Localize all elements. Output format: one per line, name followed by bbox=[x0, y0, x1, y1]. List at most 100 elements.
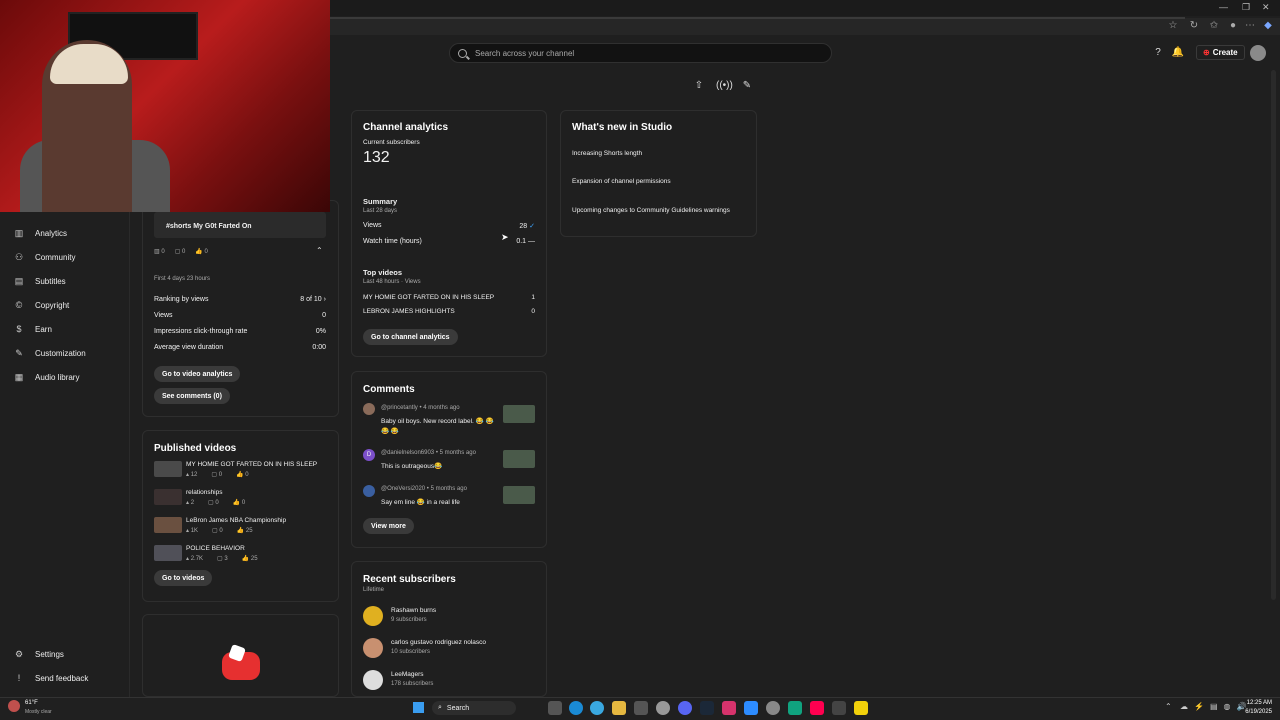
instagram-icon[interactable] bbox=[722, 701, 736, 715]
help-icon[interactable]: ? bbox=[1151, 46, 1165, 60]
sidebar-item-copyright[interactable]: © Copyright bbox=[14, 298, 70, 312]
messenger-icon[interactable] bbox=[744, 701, 758, 715]
chatgpt-icon[interactable] bbox=[788, 701, 802, 715]
notifications-bell-icon[interactable]: 🔔 bbox=[1171, 46, 1185, 60]
windows-start-icon[interactable] bbox=[413, 702, 424, 713]
whats-new-item[interactable]: Expansion of channel permissions bbox=[572, 178, 732, 185]
top-video-row[interactable]: LEBRON JAMES HIGHLIGHTS 0 bbox=[363, 308, 535, 315]
weather-icon[interactable] bbox=[8, 700, 20, 712]
browser-address-bar[interactable] bbox=[330, 18, 1280, 35]
bookmark-star-icon[interactable]: ☆ bbox=[1167, 20, 1179, 32]
sidebar-item-label: Subtitles bbox=[35, 276, 66, 286]
sidebar-item-feedback[interactable]: ! Send feedback bbox=[14, 671, 89, 685]
watch-time-row[interactable]: Watch time (hours) 0.1 — bbox=[363, 238, 535, 245]
settings-app-icon[interactable] bbox=[766, 701, 780, 715]
top-video-row[interactable]: MY HOMIE GOT FARTED ON IN HIS SLEEP 1 bbox=[363, 294, 535, 301]
video-thumbnail[interactable] bbox=[154, 461, 182, 477]
taskbar-search[interactable]: ⌕ Search bbox=[432, 701, 516, 715]
close-icon[interactable]: ✕ bbox=[1262, 2, 1270, 13]
create-post-icon[interactable]: ✎ bbox=[740, 79, 754, 93]
see-comments-button[interactable]: See comments (0) bbox=[154, 388, 230, 404]
video-title[interactable]: relationships bbox=[186, 489, 223, 496]
video-title[interactable]: LeBron James NBA Championship bbox=[186, 517, 286, 524]
upload-icon[interactable]: ⇧ bbox=[692, 79, 706, 93]
task-view-icon[interactable] bbox=[548, 701, 562, 715]
summary-title: Summary bbox=[363, 197, 398, 206]
minimize-icon[interactable]: — bbox=[1219, 2, 1228, 12]
comment-video-thumbnail[interactable] bbox=[503, 450, 535, 468]
sidebar-item-community[interactable]: ⚇ Community bbox=[14, 250, 76, 264]
profile-icon[interactable]: ● bbox=[1227, 20, 1239, 32]
commenter-avatar[interactable] bbox=[363, 485, 375, 497]
account-avatar[interactable] bbox=[1250, 45, 1266, 61]
subscriber-avatar[interactable] bbox=[363, 638, 383, 658]
stat-row: Average view duration 0:00 bbox=[154, 344, 326, 351]
sidebar-item-audio-library[interactable]: ▦ Audio library bbox=[14, 370, 80, 384]
sticky-notes-icon[interactable] bbox=[854, 701, 868, 715]
sidebar-item-subtitles[interactable]: ▤ Subtitles bbox=[14, 274, 66, 288]
subscriber-name[interactable]: LeeMagers bbox=[391, 671, 424, 678]
create-button[interactable]: ⊕ Create bbox=[1196, 45, 1245, 60]
search-input[interactable]: Search across your channel bbox=[475, 49, 574, 58]
comment-video-thumbnail[interactable] bbox=[503, 486, 535, 504]
tray-chevron-icon[interactable]: ⌃ bbox=[1165, 702, 1172, 711]
commenter-avatar[interactable] bbox=[363, 403, 375, 415]
clock-date[interactable]: 6/19/2025 bbox=[1240, 709, 1272, 715]
comment-video-thumbnail[interactable] bbox=[503, 405, 535, 423]
go-to-channel-analytics-button[interactable]: Go to channel analytics bbox=[363, 329, 458, 345]
whats-new-title: What's new in Studio bbox=[572, 122, 673, 133]
sidebar-item-analytics[interactable]: ▥ Analytics bbox=[14, 226, 67, 240]
view-more-button[interactable]: View more bbox=[363, 518, 414, 534]
page-scrollbar[interactable] bbox=[1271, 70, 1276, 600]
refresh-icon[interactable]: ↻ bbox=[1188, 20, 1200, 32]
likes-metric: 👍 0 bbox=[195, 249, 208, 255]
video-thumbnail[interactable] bbox=[154, 489, 182, 505]
go-to-videos-button[interactable]: Go to videos bbox=[154, 570, 213, 586]
channel-analytics-card bbox=[351, 110, 547, 357]
app-icon[interactable] bbox=[832, 701, 846, 715]
channel-analytics-title: Channel analytics bbox=[363, 122, 449, 133]
sidebar-item-earn[interactable]: $ Earn bbox=[14, 322, 51, 336]
chrome-icon[interactable] bbox=[656, 701, 670, 715]
search-bar[interactable]: Search across your channel bbox=[449, 43, 832, 63]
edge-browser-icon[interactable] bbox=[569, 701, 583, 715]
subscriber-count: 10 subscribers bbox=[391, 649, 431, 655]
create-label: Create bbox=[1212, 48, 1238, 57]
views-row[interactable]: Views 28 ✓ bbox=[363, 222, 535, 230]
go-live-icon[interactable]: ((•)) bbox=[716, 79, 733, 93]
video-thumbnail[interactable] bbox=[154, 545, 182, 561]
more-options-icon[interactable]: ⋯ bbox=[1244, 20, 1256, 32]
feedback-icon: ! bbox=[17, 673, 21, 683]
whats-new-item[interactable]: Increasing Shorts length bbox=[572, 150, 732, 157]
ranking-row[interactable]: Ranking by views 8 of 10 › bbox=[154, 296, 326, 303]
go-to-video-analytics-button[interactable]: Go to video analytics bbox=[154, 366, 241, 382]
subscriber-name[interactable]: Rashawn burns bbox=[391, 607, 436, 614]
video-metrics: ▴ 1K ▢ 0 👍 25 bbox=[186, 528, 253, 534]
subscriber-name[interactable]: carlos gustavo rodriguez nolasco bbox=[391, 639, 486, 646]
comments-title: Comments bbox=[363, 384, 415, 395]
discord-icon[interactable] bbox=[678, 701, 692, 715]
sidebar-item-settings[interactable]: ⚙ Settings bbox=[14, 647, 64, 661]
subscriber-avatar[interactable] bbox=[363, 670, 383, 690]
chevron-up-icon[interactable]: ⌃ bbox=[316, 246, 323, 255]
latest-video-title[interactable]: #shorts My G0t Farted On bbox=[166, 223, 252, 230]
sidebar-item-customization[interactable]: ✎ Customization bbox=[14, 346, 85, 360]
commenter-avatar[interactable]: D bbox=[363, 449, 375, 461]
stat-row: Views 0 bbox=[154, 312, 326, 319]
clock-time[interactable]: 12:25 AM bbox=[1240, 700, 1272, 706]
video-thumbnail[interactable] bbox=[154, 517, 182, 533]
favorites-icon[interactable]: ✩ bbox=[1208, 20, 1220, 32]
recent-subscribers-title: Recent subscribers bbox=[363, 574, 456, 585]
whats-new-item[interactable]: Upcoming changes to Community Guidelines… bbox=[572, 206, 732, 216]
edge-profile-icon[interactable] bbox=[590, 701, 604, 715]
copilot-icon[interactable]: ◆ bbox=[1262, 20, 1274, 32]
tiktok-icon[interactable] bbox=[810, 701, 824, 715]
video-metrics: ▴ 2 ▢ 0 👍 0 bbox=[186, 500, 246, 506]
steam-icon[interactable] bbox=[700, 701, 714, 715]
video-title[interactable]: POLICE BEHAVIOR bbox=[186, 545, 245, 552]
video-title[interactable]: MY HOMIE GOT FARTED ON IN HIS SLEEP bbox=[186, 461, 317, 468]
subscriber-avatar[interactable] bbox=[363, 606, 383, 626]
app-icon[interactable] bbox=[634, 701, 648, 715]
maximize-icon[interactable]: ❐ bbox=[1242, 2, 1250, 13]
file-explorer-icon[interactable] bbox=[612, 701, 626, 715]
